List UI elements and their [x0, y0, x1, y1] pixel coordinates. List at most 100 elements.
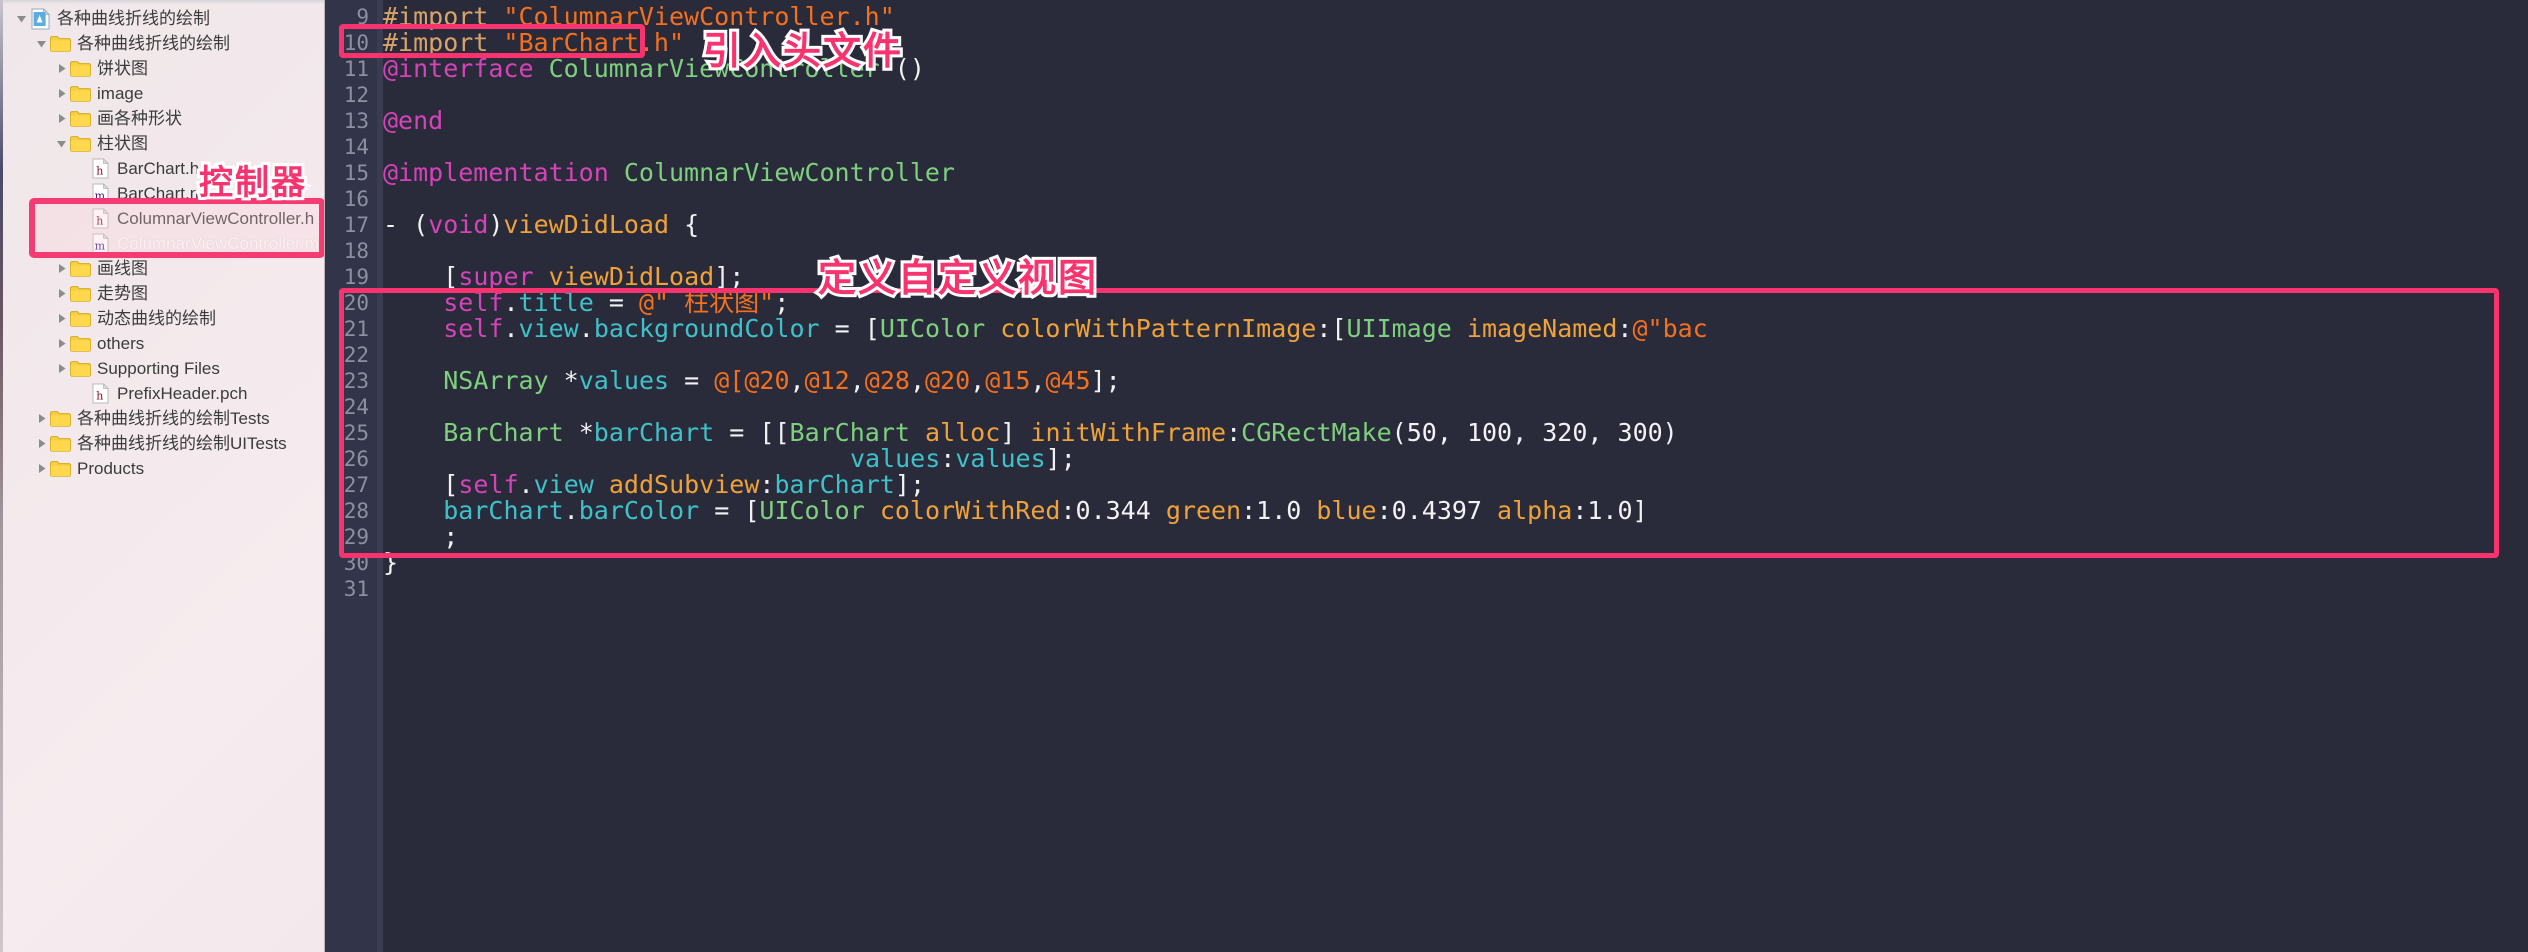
- navigator-item-label: 各种曲线折线的绘制UITests: [77, 434, 287, 453]
- line-number: 17: [343, 213, 369, 237]
- navigator-top-divider: [0, 0, 324, 4]
- navigator-item-label: PrefixHeader.pch: [117, 384, 248, 403]
- folder-icon: [48, 410, 72, 427]
- folder-icon: [68, 360, 92, 377]
- header-file-icon: h: [88, 158, 112, 179]
- chevron-right-icon[interactable]: [34, 406, 48, 431]
- code-line[interactable]: self.title = @" 柱状图";: [383, 290, 789, 316]
- chevron-right-icon[interactable]: [54, 331, 68, 356]
- chevron-right-icon[interactable]: [54, 256, 68, 281]
- line-number: 12: [343, 83, 369, 107]
- line-number: 11: [343, 57, 369, 81]
- line-number: 29: [343, 525, 369, 549]
- chevron-right-icon[interactable]: [54, 356, 68, 381]
- navigator-item[interactable]: 柱状图: [0, 131, 324, 156]
- navigator-item[interactable]: 各种曲线折线的绘制UITests: [0, 431, 324, 456]
- code-content[interactable]: #import "ColumnarViewController.h" #impor…: [383, 0, 2528, 952]
- chevron-right-icon[interactable]: [54, 106, 68, 131]
- navigator-item-label: 走势图: [97, 284, 148, 303]
- folder-icon: [68, 285, 92, 302]
- controller-annotation-label: 控制器: [196, 161, 308, 205]
- navigator-item[interactable]: 各种曲线折线的绘制Tests: [0, 406, 324, 431]
- code-line[interactable]: BarChart *barChart = [[BarChart alloc] i…: [383, 420, 1677, 446]
- navigator-item[interactable]: 饼状图: [0, 56, 324, 81]
- chevron-right-icon[interactable]: [54, 306, 68, 331]
- line-number: 25: [343, 421, 369, 445]
- navigator-item-label: 各种曲线折线的绘制Tests: [77, 409, 270, 428]
- code-line[interactable]: }: [383, 550, 398, 576]
- line-number: 22: [343, 343, 369, 367]
- line-number: 19: [343, 265, 369, 289]
- navigator-item[interactable]: 动态曲线的绘制: [0, 306, 324, 331]
- navigator-item[interactable]: Products: [0, 456, 324, 481]
- xcode-window: 各种曲线折线的绘制 各种曲线折线的绘制 饼状图 image 画各种形状 柱状图 h BarCh…: [0, 0, 2528, 952]
- chevron-right-icon[interactable]: [54, 81, 68, 106]
- folder-icon: [48, 435, 72, 452]
- navigator-item-label: 饼状图: [97, 59, 148, 78]
- code-line[interactable]: - (void)viewDidLoad {: [383, 212, 699, 238]
- navigator-item-label: image: [97, 84, 144, 103]
- folder-icon: [68, 110, 92, 127]
- folder-icon: [68, 310, 92, 327]
- folder-icon: [68, 85, 92, 102]
- code-line[interactable]: #import "BarChart.h": [383, 30, 684, 56]
- navigator-item-label: 各种曲线折线的绘制: [57, 9, 210, 28]
- code-line[interactable]: [super viewDidLoad];: [383, 264, 744, 290]
- chevron-right-icon[interactable]: [54, 281, 68, 306]
- line-number: 31: [343, 577, 369, 601]
- navigator-item[interactable]: 各种曲线折线的绘制: [0, 31, 324, 56]
- line-number: 24: [343, 395, 369, 419]
- navigator-item-label: 各种曲线折线的绘制: [77, 34, 230, 53]
- code-line[interactable]: ;: [383, 524, 458, 550]
- line-number: 15: [343, 161, 369, 185]
- folder-icon: [48, 460, 72, 477]
- navigator-item[interactable]: 画线图: [0, 256, 324, 281]
- custom-view-annotation-label: 定义自定义视图: [815, 255, 1099, 303]
- chevron-right-icon[interactable]: [54, 56, 68, 81]
- line-number: 28: [343, 499, 369, 523]
- navigator-item[interactable]: 各种曲线折线的绘制: [0, 6, 324, 31]
- project-navigator[interactable]: 各种曲线折线的绘制 各种曲线折线的绘制 饼状图 image 画各种形状 柱状图 h BarCh…: [0, 0, 325, 952]
- folder-icon: [68, 335, 92, 352]
- code-line[interactable]: [self.view addSubview:barChart];: [383, 472, 925, 498]
- line-number: 21: [343, 317, 369, 341]
- line-number: 30: [343, 551, 369, 575]
- navigator-item-label: BarChart.h: [117, 159, 200, 178]
- navigator-item-label: Products: [77, 459, 145, 478]
- navigator-item-label: others: [97, 334, 145, 353]
- navigator-item-label: 柱状图: [97, 134, 148, 153]
- navigator-item[interactable]: image: [0, 81, 324, 106]
- line-number: 16: [343, 187, 369, 211]
- code-line[interactable]: NSArray *values = @[@20,@12,@28,@20,@15,…: [383, 368, 1120, 394]
- source-editor[interactable]: #import "ColumnarViewController.h" #impor…: [325, 0, 2528, 952]
- navigator-item-label: 画线图: [97, 259, 148, 278]
- navigator-item-label: 画各种形状: [97, 109, 182, 128]
- navigator-item[interactable]: 走势图: [0, 281, 324, 306]
- chevron-down-icon[interactable]: [14, 6, 28, 31]
- navigator-item[interactable]: 画各种形状: [0, 106, 324, 131]
- code-line[interactable]: values:values];: [383, 446, 1076, 472]
- navigator-item[interactable]: h PrefixHeader.pch: [0, 381, 324, 406]
- navigator-item[interactable]: others: [0, 331, 324, 356]
- chevron-down-icon[interactable]: [54, 131, 68, 156]
- code-line[interactable]: self.view.backgroundColor = [UIColor col…: [383, 316, 1707, 342]
- code-line[interactable]: @end: [383, 108, 443, 134]
- code-line[interactable]: @implementation ColumnarViewController: [383, 160, 955, 186]
- import-header-annotation-label: 引入头文件: [700, 28, 904, 76]
- line-number: 13: [343, 109, 369, 133]
- code-line[interactable]: barChart.barColor = [UIColor colorWithRe…: [383, 498, 1647, 524]
- navigator-item-label: 动态曲线的绘制: [97, 309, 216, 328]
- header-file-icon: h: [88, 383, 112, 404]
- folder-icon: [48, 35, 72, 52]
- line-number: 27: [343, 473, 369, 497]
- chevron-right-icon[interactable]: [34, 431, 48, 456]
- chevron-right-icon[interactable]: [34, 456, 48, 481]
- svg-text:h: h: [96, 165, 103, 178]
- navigator-item[interactable]: Supporting Files: [0, 356, 324, 381]
- line-number: 14: [343, 135, 369, 159]
- xcode-project-icon: [28, 7, 52, 30]
- line-number: 10: [343, 31, 369, 55]
- folder-icon: [68, 135, 92, 152]
- chevron-down-icon[interactable]: [34, 31, 48, 56]
